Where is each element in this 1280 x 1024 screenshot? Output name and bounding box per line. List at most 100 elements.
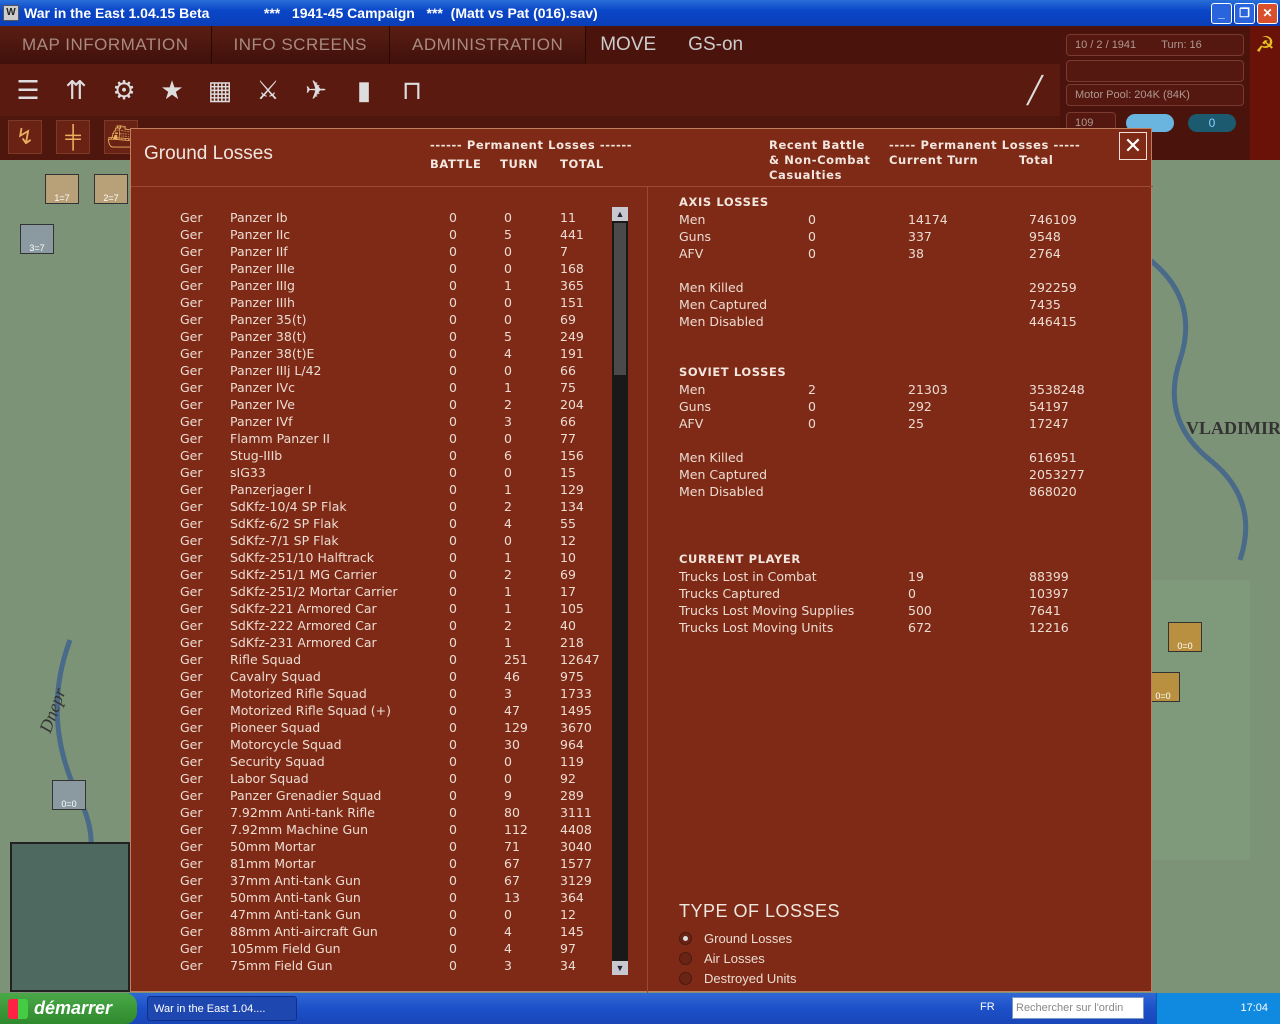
unit-nationality: Ger (180, 822, 203, 837)
total-losses: 7 (560, 244, 568, 259)
total-losses: 105 (560, 601, 584, 616)
turn-losses: 71 (504, 839, 520, 854)
soviet-flag: ☭ (1250, 26, 1280, 160)
total-losses: 1577 (560, 856, 592, 871)
pencil-icon[interactable]: ╱ (1013, 68, 1057, 112)
unit-name: SdKfz-221 Armored Car (230, 601, 377, 616)
battle-losses: 0 (449, 244, 457, 259)
battle-losses: 0 (449, 329, 457, 344)
clock: 17:04 (1240, 1002, 1268, 1014)
axis-losses-title: AXIS LOSSES (679, 195, 769, 209)
turn-losses: 0 (504, 754, 512, 769)
soviet-loss-row-cell: Men (679, 382, 706, 397)
start-button[interactable]: démarrer (0, 993, 137, 1024)
airplane-icon[interactable]: ✈ (294, 68, 338, 112)
unit-counter[interactable]: 0=0 (52, 780, 86, 810)
radio-label: Destroyed Units (704, 970, 797, 986)
radio-label: Ground Losses (704, 930, 793, 946)
battle-losses: 0 (449, 873, 457, 888)
axis-detail-row-cell: 446415 (1029, 314, 1077, 329)
unit-row: Ger Motorcycle Squad 0 30 964 (131, 736, 631, 753)
total-losses: 145 (560, 924, 584, 939)
arrows-up-icon[interactable]: ⇈ (54, 68, 98, 112)
unit-list-scrollbar[interactable]: ▲ ▼ (612, 207, 628, 975)
rail-track-icon[interactable]: ╪ (56, 120, 90, 154)
unit-name: Panzer 38(t) (230, 329, 307, 344)
unit-nationality: Ger (180, 771, 203, 786)
turn-losses: 129 (504, 720, 528, 735)
tab-administration[interactable]: ADMINISTRATION (390, 26, 587, 64)
fuel-icon[interactable]: ▮ (342, 68, 386, 112)
battle-losses: 0 (449, 856, 457, 871)
turn-losses: 46 (504, 669, 520, 684)
gs-toggle-button[interactable]: GS-on (674, 34, 761, 56)
axis-loss-row-cell: 337 (908, 229, 932, 244)
turn-losses: 1 (504, 635, 512, 650)
total-losses: 3670 (560, 720, 592, 735)
crossed-swords-icon[interactable]: ⚔ (246, 68, 290, 112)
soviet-loss-row-cell: Guns (679, 399, 712, 414)
turn-losses: 0 (504, 431, 512, 446)
minimap[interactable] (10, 842, 130, 992)
radio-destroyed-units[interactable]: Destroyed Units (679, 968, 796, 988)
factory-icon[interactable]: ▦ (198, 68, 242, 112)
column-divider (647, 187, 648, 993)
header-divider (131, 186, 1153, 187)
axis-loss-row-cell: AFV (679, 246, 704, 261)
close-window-button[interactable]: ✕ (1257, 3, 1278, 24)
radio-air-losses[interactable]: Air Losses (679, 948, 765, 968)
turn-losses: 30 (504, 737, 520, 752)
unit-nationality: Ger (180, 703, 203, 718)
total-losses: 289 (560, 788, 584, 803)
axis-detail-row: Men Disabled 446415 (679, 314, 1139, 331)
total-losses: 12 (560, 533, 576, 548)
unit-counter[interactable]: 1=7 (45, 174, 79, 204)
tab-info-screens[interactable]: INFO SCREENS (211, 26, 391, 64)
stack-icon[interactable]: ☰ (6, 68, 50, 112)
total-losses: 55 (560, 516, 576, 531)
scroll-down-icon[interactable]: ▼ (612, 961, 628, 975)
soviet-loss-row-cell: 21303 (908, 382, 948, 397)
unit-counter[interactable]: 2=7 (94, 174, 128, 204)
unit-name: 105mm Field Gun (230, 941, 341, 956)
unit-loss-list: Ger Panzer Ib 0 0 11 Ger Panzer IIc 0 5 441 Ger Pan… (131, 209, 631, 974)
unit-name: SdKfz-7/1 SP Flak (230, 533, 339, 548)
unit-counter[interactable]: 3=7 (20, 224, 54, 254)
taskbar-item-game[interactable]: War in the East 1.04.... (147, 996, 297, 1021)
maximize-button[interactable]: ❐ (1234, 3, 1255, 24)
close-dialog-button[interactable]: ✕ (1119, 132, 1147, 160)
axis-detail-row-cell: 292259 (1029, 280, 1077, 295)
radio-icon (679, 951, 692, 965)
unit-nationality: Ger (180, 533, 203, 548)
soviet-loss-row-cell: 17247 (1029, 416, 1069, 431)
total-losses: 156 (560, 448, 584, 463)
unit-row: Ger Panzer IIc 0 5 441 (131, 226, 631, 243)
unit-nationality: Ger (180, 482, 203, 497)
unit-row: Ger Panzer IVe 0 2 204 (131, 396, 631, 413)
radio-ground-losses[interactable]: Ground Losses (679, 928, 792, 948)
axis-loss-row: AFV 0 38 2764 (679, 246, 1139, 263)
star-icon[interactable]: ★ (150, 68, 194, 112)
unit-counter[interactable]: 0=0 (1168, 622, 1202, 652)
dialog-title: Ground Losses (144, 143, 273, 164)
minimize-button[interactable]: _ (1211, 3, 1232, 24)
battle-losses: 0 (449, 346, 457, 361)
soviet-detail-row-cell: 616951 (1029, 450, 1077, 465)
battle-losses: 0 (449, 720, 457, 735)
taskbar-search-input[interactable]: Rechercher sur l'ordin (1012, 997, 1144, 1019)
scroll-thumb[interactable] (614, 223, 626, 375)
tab-map-information[interactable]: MAP INFORMATION (0, 26, 212, 64)
gear-icon[interactable]: ⚙ (102, 68, 146, 112)
language-indicator[interactable]: FR (980, 1001, 995, 1013)
turn-losses: 4 (504, 941, 512, 956)
path-icon[interactable]: ↯ (8, 120, 42, 154)
unit-name: Stug-IIIb (230, 448, 283, 463)
move-mode-button[interactable]: MOVE (586, 34, 674, 56)
player-truck-row-cell: 7641 (1029, 603, 1061, 618)
player-truck-row-cell: Trucks Lost Moving Supplies (679, 603, 855, 618)
axis-loss-row-cell: 9548 (1029, 229, 1061, 244)
toggle-counter[interactable]: 0 (1188, 114, 1236, 132)
rail-icon[interactable]: ⊓ (390, 68, 434, 112)
soviet-loss-row-cell: 25 (908, 416, 924, 431)
scroll-up-icon[interactable]: ▲ (612, 207, 628, 221)
